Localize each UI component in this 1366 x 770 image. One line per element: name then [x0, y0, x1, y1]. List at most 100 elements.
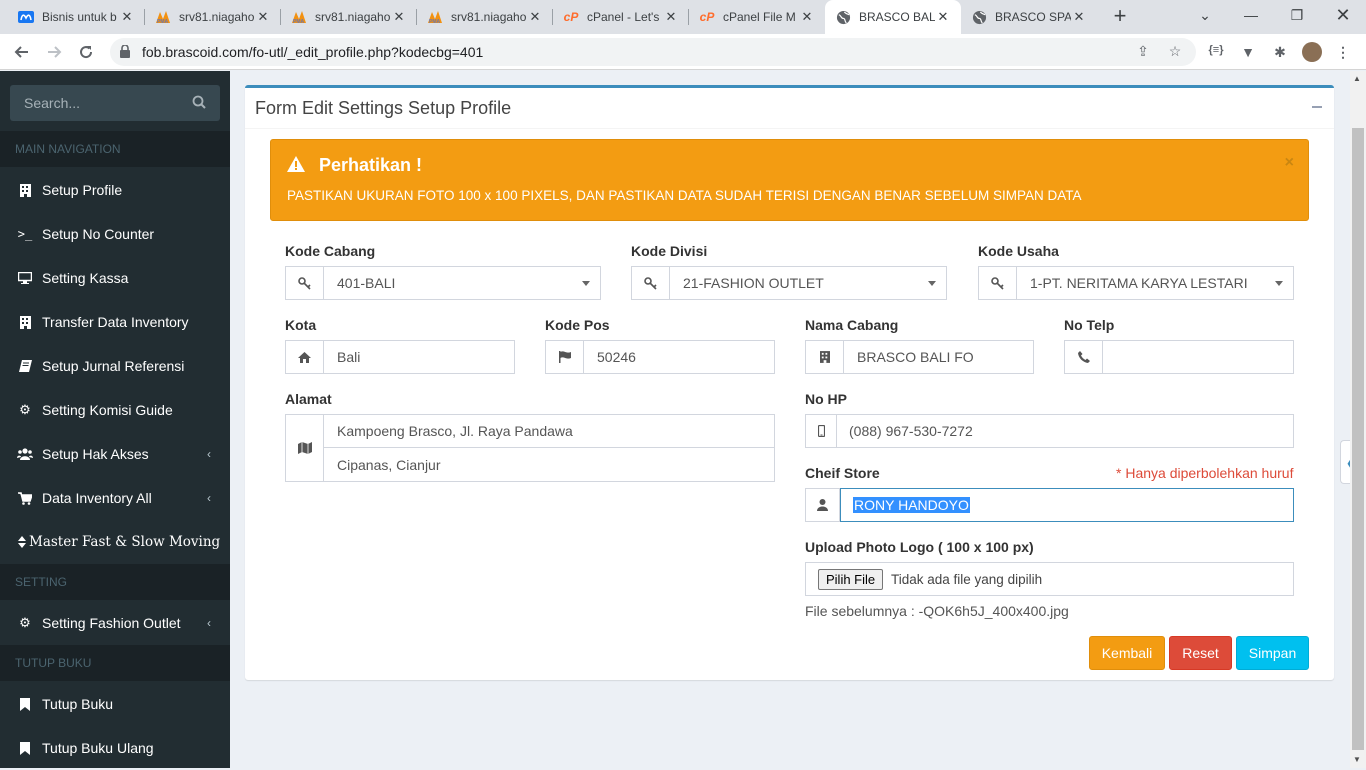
sidebar-item-setting-fashion-outlet[interactable]: ⚙ Setting Fashion Outlet ‹ — [0, 601, 230, 645]
sidebar-item-transfer-data-inventory[interactable]: Transfer Data Inventory — [0, 300, 230, 344]
kode-cabang-label: Kode Cabang — [285, 243, 376, 259]
sidebar-item-master-fast-slow-moving[interactable]: Master Fast & Slow Moving — [0, 520, 230, 564]
browser-tab[interactable]: PMA srv81.niagaho ✕ — [281, 0, 417, 34]
close-icon[interactable]: ✕ — [119, 9, 135, 25]
cheif-store-label: Cheif Store — [805, 465, 880, 481]
scrollbar-thumb[interactable] — [1352, 128, 1364, 750]
sidebar-item-setup-no-counter[interactable]: >_ Setup No Counter — [0, 212, 230, 256]
browser-tab[interactable]: PMA srv81.niagaho ✕ — [417, 0, 553, 34]
alamat-label: Alamat — [285, 391, 332, 407]
close-icon[interactable]: ✕ — [527, 9, 543, 25]
close-icon[interactable]: ✕ — [799, 9, 815, 25]
users-icon — [17, 446, 33, 462]
reload-icon[interactable] — [74, 40, 98, 64]
tab-title: cPanel File M — [723, 10, 796, 24]
back-button[interactable]: Kembali — [1089, 636, 1165, 670]
puzzle-icon[interactable]: ✱ — [1271, 44, 1289, 62]
menu-dots-icon[interactable]: ⋮ — [1334, 44, 1352, 62]
alamat-line1-input[interactable]: Kampoeng Brasco, Jl. Raya Pandawa — [337, 423, 573, 439]
kode-usaha-select[interactable]: 1-PT. NERITAMA KARYA LESTARI — [978, 266, 1294, 300]
scroll-up-icon[interactable]: ▲ — [1353, 74, 1361, 83]
tab-title: srv81.niagaho — [451, 10, 527, 24]
bookmark-icon — [17, 696, 33, 712]
home-icon — [286, 341, 324, 373]
reset-button[interactable]: Reset — [1169, 636, 1232, 670]
alamat-line2-input[interactable]: Cipanas, Cianjur — [337, 457, 441, 473]
minimize-icon[interactable]: — — [1228, 0, 1274, 30]
browser-tab[interactable]: cP cPanel - Let's ✕ — [553, 0, 689, 34]
upload-photo-field: Pilih File Tidak ada file yang dipilih — [805, 562, 1294, 596]
svg-text:PMA: PMA — [157, 19, 169, 24]
tab-title: srv81.niagaho — [315, 10, 391, 24]
sidebar-item-setup-profile[interactable]: Setup Profile — [0, 168, 230, 212]
sidebar-header-main: MAIN NAVIGATION — [0, 131, 230, 167]
key-icon — [632, 267, 670, 299]
alert-title: Perhatikan ! — [319, 155, 423, 175]
globe-icon — [835, 9, 851, 25]
sidebar-item-setup-hak-akses[interactable]: Setup Hak Akses ‹ — [0, 432, 230, 476]
nama-cabang-input[interactable]: BRASCO BALI FO — [805, 340, 1034, 374]
alert-message: PASTIKAN UKURAN FOTO 100 x 100 PIXELS, D… — [287, 188, 1082, 203]
address-bar[interactable]: fob.brascoid.com/fo-utl/_edit_profile.ph… — [110, 38, 1196, 66]
browser-tab[interactable]: Bisnis untuk b ✕ — [8, 0, 145, 34]
kode-pos-value: 50246 — [597, 349, 636, 365]
close-icon[interactable]: ✕ — [1071, 9, 1087, 25]
tab-search-icon[interactable]: ⌄ — [1182, 0, 1228, 30]
close-icon[interactable]: × — [1285, 154, 1294, 172]
save-button[interactable]: Simpan — [1236, 636, 1309, 670]
nama-cabang-value: BRASCO BALI FO — [857, 349, 974, 365]
search-icon[interactable] — [192, 95, 208, 111]
cheif-store-value: RONY HANDOYO — [853, 497, 970, 513]
sidebar-item-data-inventory-all[interactable]: Data Inventory All ‹ — [0, 476, 230, 520]
sidebar-search — [10, 85, 220, 121]
sidebar-item-setting-komisi-guide[interactable]: ⚙ Setting Komisi Guide — [0, 388, 230, 432]
close-icon[interactable]: ✕ — [663, 9, 679, 25]
kode-divisi-label: Kode Divisi — [631, 243, 708, 259]
back-icon[interactable] — [10, 40, 34, 64]
browser-toolbar: fob.brascoid.com/fo-utl/_edit_profile.ph… — [0, 34, 1366, 70]
close-icon[interactable]: ✕ — [935, 9, 951, 25]
scroll-down-icon[interactable]: ▼ — [1353, 755, 1361, 764]
maximize-icon[interactable]: ❐ — [1274, 0, 1320, 30]
sidebar-item-setting-kassa[interactable]: Setting Kassa — [0, 256, 230, 300]
search-input[interactable] — [10, 85, 186, 121]
sidebar-item-tutup-buku-ulang[interactable]: Tutup Buku Ulang — [0, 726, 230, 770]
browser-tab[interactable]: cP cPanel File M ✕ — [689, 0, 825, 34]
kode-divisi-select[interactable]: 21-FASHION OUTLET — [631, 266, 947, 300]
close-icon[interactable]: ✕ — [391, 9, 407, 25]
star-icon[interactable]: ☆ — [1166, 43, 1184, 61]
cheif-store-input[interactable]: RONY HANDOYO — [840, 488, 1294, 522]
cheif-store-hint: * Hanya diperbolehkan huruf — [1116, 465, 1294, 481]
browser-tab[interactable]: BRASCO SPA ✕ — [961, 0, 1097, 34]
json-extension-icon[interactable]: {≡} — [1207, 44, 1225, 62]
svg-text:PMA: PMA — [429, 19, 441, 24]
forward-icon[interactable] — [42, 40, 66, 64]
vuetify-extension-icon[interactable]: ▼ — [1239, 44, 1257, 62]
sidebar-item-tutup-buku[interactable]: Tutup Buku — [0, 682, 230, 726]
no-telp-label: No Telp — [1064, 317, 1115, 333]
sidebar-item-label: Setting Kassa — [42, 270, 129, 286]
bookmark-icon — [17, 740, 33, 756]
kode-cabang-select[interactable]: 401-BALI — [285, 266, 601, 300]
chevron-left-icon: ‹ — [207, 491, 211, 505]
no-telp-input[interactable] — [1064, 340, 1294, 374]
new-tab-icon[interactable]: + — [1108, 5, 1132, 29]
cpanel-icon: cP — [699, 10, 715, 24]
choose-file-button[interactable]: Pilih File — [818, 569, 884, 590]
avatar[interactable] — [1302, 42, 1322, 62]
close-icon[interactable]: ✕ — [255, 9, 271, 25]
kota-input[interactable]: Bali — [285, 340, 515, 374]
sidebar-item-setup-jurnal-referensi[interactable]: Setup Jurnal Referensi — [0, 344, 230, 388]
tab-title: Bisnis untuk b — [42, 10, 117, 24]
page-title: Form Edit Settings Setup Profile — [255, 98, 512, 118]
share-icon[interactable]: ⇪ — [1134, 43, 1152, 61]
browser-tab[interactable]: PMA srv81.niagaho ✕ — [145, 0, 281, 34]
no-hp-input[interactable]: (088) 967-530-7272 — [805, 414, 1294, 448]
no-hp-value: (088) 967-530-7272 — [849, 423, 973, 439]
close-window-icon[interactable]: ✕ — [1320, 0, 1366, 30]
browser-tab-active[interactable]: BRASCO BALI ✕ — [825, 0, 961, 34]
collapse-icon[interactable] — [1312, 106, 1322, 108]
tab-title: BRASCO BALI — [859, 10, 935, 24]
kode-pos-input[interactable]: 50246 — [545, 340, 775, 374]
upload-label: Upload Photo Logo ( 100 x 100 px) — [805, 539, 1034, 555]
